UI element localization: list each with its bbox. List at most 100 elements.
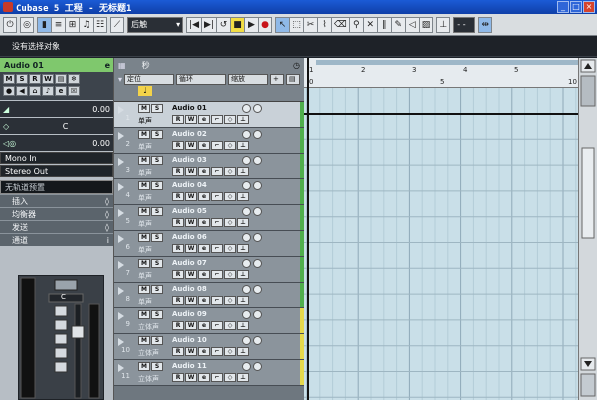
- track-edit-button[interactable]: e: [198, 243, 210, 253]
- track-expand-icon[interactable]: [118, 338, 124, 347]
- inspector-read-button[interactable]: R: [29, 74, 41, 84]
- track-read-button[interactable]: R: [172, 192, 184, 202]
- track-mute-button[interactable]: M: [138, 232, 150, 242]
- track-solo-button[interactable]: S: [151, 258, 163, 268]
- track-expand-icon[interactable]: [118, 183, 124, 192]
- track-timebase-button[interactable]: ⌐: [211, 140, 223, 150]
- track-lane-button[interactable]: ◇: [224, 192, 236, 202]
- track-write-button[interactable]: W: [185, 115, 197, 124]
- track-write-button[interactable]: W: [185, 192, 197, 202]
- input-routing[interactable]: Mono In: [0, 152, 113, 164]
- track-lane-button[interactable]: ◇: [224, 115, 236, 124]
- track-automation-button[interactable]: ⊥: [237, 243, 249, 253]
- inspector-write-button[interactable]: W: [42, 74, 54, 84]
- glue-tool[interactable]: ⌇: [317, 16, 332, 33]
- cycle-range[interactable]: [316, 60, 578, 65]
- track-write-button[interactable]: W: [185, 218, 197, 228]
- track-mute-button[interactable]: M: [138, 155, 150, 165]
- bypass-icon[interactable]: ◊: [105, 210, 109, 219]
- inspector-track-header[interactable]: Audio 01 e: [0, 58, 113, 72]
- track-automation-button[interactable]: ⊥: [237, 295, 249, 305]
- track-mute-button[interactable]: M: [138, 181, 150, 191]
- inspector-mute-button[interactable]: M: [3, 74, 15, 84]
- record-button[interactable]: ●: [258, 16, 273, 33]
- track-monitor-icon[interactable]: [253, 361, 262, 371]
- track-solo-button[interactable]: S: [151, 207, 163, 217]
- track-lane-button[interactable]: ◇: [224, 243, 236, 253]
- arrangement-grid[interactable]: [304, 88, 578, 400]
- track-monitor-icon[interactable]: [253, 258, 262, 268]
- range-select-tool[interactable]: ⬚: [289, 16, 304, 33]
- track-name[interactable]: Audio 10: [172, 336, 207, 344]
- track-timebase-button[interactable]: ⌐: [211, 372, 223, 382]
- volume-row[interactable]: ◢ 0.00: [0, 101, 113, 117]
- track-name[interactable]: Audio 06: [172, 233, 207, 241]
- track-mute-button[interactable]: M: [138, 104, 150, 113]
- constrain-delay-button[interactable]: ◎: [20, 16, 34, 33]
- track-mute-button[interactable]: M: [138, 207, 150, 217]
- track-monitor-icon[interactable]: [253, 336, 262, 346]
- track-mute-button[interactable]: M: [138, 129, 150, 139]
- maximize-button[interactable]: □: [570, 1, 582, 13]
- track-automation-button[interactable]: ⊥: [237, 269, 249, 279]
- track-edit-button[interactable]: e: [198, 347, 210, 357]
- inspector-monitor-button[interactable]: ◀: [16, 86, 28, 96]
- track-expand-icon[interactable]: [118, 157, 124, 166]
- track-mute-button[interactable]: M: [138, 258, 150, 268]
- track-write-button[interactable]: W: [185, 321, 197, 331]
- channel-section[interactable]: 通道 i: [0, 233, 113, 246]
- track-preset-field[interactable]: 无轨道预置: [0, 180, 113, 194]
- track-timebase-button[interactable]: ⌐: [211, 269, 223, 279]
- inspector-timebase-button[interactable]: ♪: [42, 86, 54, 96]
- inspector-freeze-button[interactable]: ❄: [68, 74, 80, 84]
- track-expand-icon[interactable]: [118, 260, 124, 269]
- grid-icon[interactable]: ▦: [118, 61, 126, 70]
- track-row[interactable]: 8 M S Audio 08 单声 R W e ⌐ ◇ ⊥: [114, 282, 304, 309]
- track-lane-button[interactable]: ◇: [224, 321, 236, 331]
- track-solo-button[interactable]: S: [151, 155, 163, 165]
- close-button[interactable]: ×: [583, 1, 595, 13]
- track-row[interactable]: 3 M S Audio 03 单声 R W e ⌐ ◇ ⊥: [114, 153, 304, 180]
- track-edit-button[interactable]: e: [198, 166, 210, 176]
- track-edit-button[interactable]: e: [198, 269, 210, 279]
- track-lane-button[interactable]: ◇: [224, 218, 236, 228]
- draw-tool[interactable]: ✎: [390, 16, 405, 33]
- track-expand-icon[interactable]: [118, 286, 124, 295]
- track-row[interactable]: 9 M S Audio 09 立体声 R W e ⌐ ◇ ⊥: [114, 308, 304, 335]
- open-mixer-button[interactable]: ☷: [93, 16, 108, 33]
- track-timebase-button[interactable]: ⌐: [211, 295, 223, 305]
- track-read-button[interactable]: R: [172, 269, 184, 279]
- track-monitor-icon[interactable]: [253, 129, 262, 139]
- track-solo-button[interactable]: S: [151, 181, 163, 191]
- track-timebase-button[interactable]: ⌐: [211, 243, 223, 253]
- track-write-button[interactable]: W: [185, 372, 197, 382]
- track-expand-icon[interactable]: [118, 209, 124, 218]
- show-infoline-button[interactable]: ≡: [51, 16, 65, 33]
- track-row[interactable]: 10 M S Audio 10 立体声 R W e ⌐ ◇ ⊥: [114, 334, 304, 360]
- track-lane-button[interactable]: ◇: [224, 166, 236, 176]
- track-name[interactable]: Audio 11: [172, 362, 207, 370]
- sort-icon[interactable]: ▾: [118, 75, 122, 84]
- inspector-edit-button[interactable]: e: [55, 86, 67, 96]
- track-solo-button[interactable]: S: [151, 310, 163, 320]
- delay-row[interactable]: ◁◎ 0.00: [0, 135, 113, 151]
- note-icon[interactable]: ♩: [138, 86, 152, 96]
- minimize-button[interactable]: _: [557, 1, 569, 13]
- track-read-button[interactable]: R: [172, 321, 184, 331]
- track-row[interactable]: 7 M S Audio 07 单声 R W e ⌐ ◇ ⊥: [114, 256, 304, 283]
- timeline-ruler[interactable]: 1 2 3 4 5 0 5 10: [304, 58, 578, 88]
- track-edit-button[interactable]: e: [198, 321, 210, 331]
- object-select-tool[interactable]: ↖: [275, 16, 290, 33]
- track-edit-button[interactable]: e: [198, 115, 210, 124]
- track-name[interactable]: Audio 08: [172, 285, 207, 293]
- cycle-button[interactable]: ↺: [216, 16, 231, 33]
- track-write-button[interactable]: W: [185, 269, 197, 279]
- bypass-icon[interactable]: ◊: [105, 197, 109, 206]
- output-routing[interactable]: Stereo Out: [0, 165, 113, 177]
- track-row[interactable]: 6 M S Audio 06 单声 R W e ⌐ ◇ ⊥: [114, 230, 304, 257]
- track-mute-button[interactable]: M: [138, 310, 150, 320]
- edit-channel-icon[interactable]: e: [105, 61, 110, 70]
- track-automation-button[interactable]: ⊥: [237, 218, 249, 228]
- track-expand-icon[interactable]: [118, 234, 124, 243]
- track-record-enable-icon[interactable]: [242, 104, 251, 113]
